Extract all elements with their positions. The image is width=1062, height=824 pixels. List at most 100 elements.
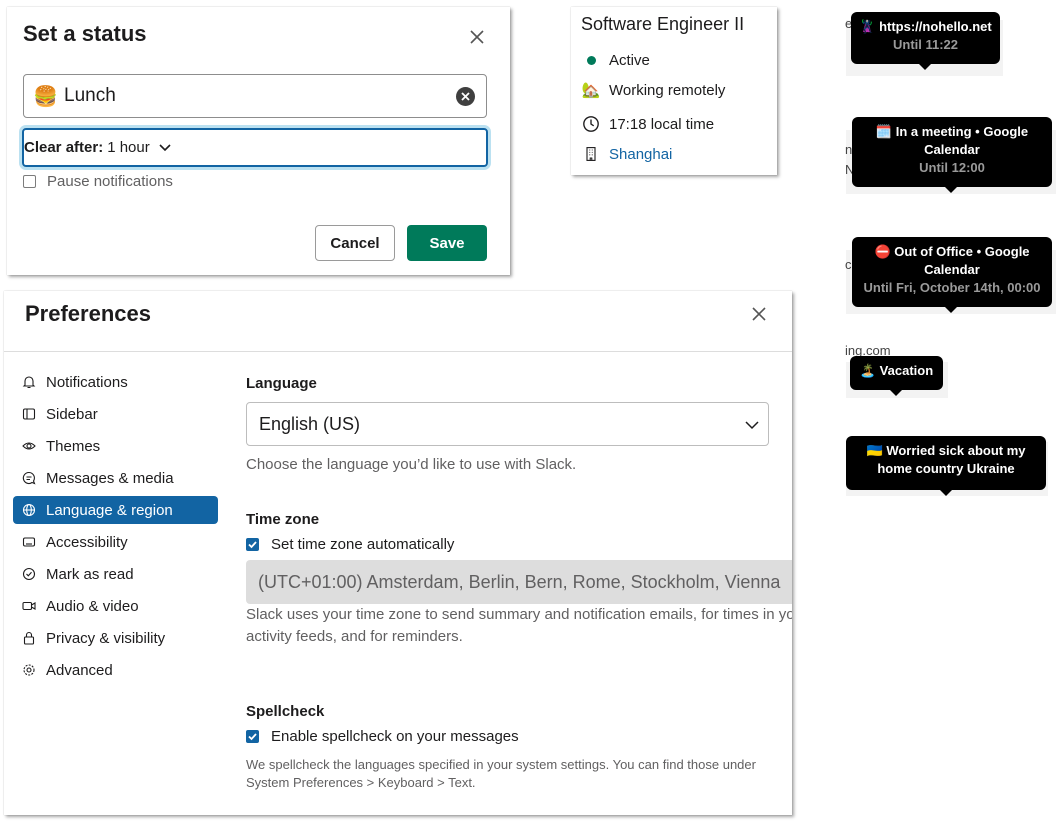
status-tooltip: ⛔ Out of Office • Google Calendar Until …: [852, 237, 1052, 313]
tooltip-sub: Until 12:00: [919, 160, 985, 175]
close-icon[interactable]: [467, 27, 487, 47]
timezone-help-line2: activity feeds, and for reminders.: [246, 628, 463, 645]
tooltip-arrow: [890, 390, 902, 396]
tooltip-emoji: 🏝️: [859, 363, 877, 378]
local-time-row: 17:18 local time: [581, 114, 714, 134]
save-button[interactable]: Save: [407, 225, 487, 261]
sidebar-icon: [22, 407, 36, 421]
tooltip-sub: Until 11:22: [892, 37, 959, 52]
cancel-button[interactable]: Cancel: [315, 225, 395, 261]
location-link[interactable]: Shanghai: [609, 146, 672, 163]
tooltip-emoji: 🇺🇦: [866, 443, 883, 458]
clear-status-icon[interactable]: [456, 87, 475, 106]
profile-job-title: Software Engineer II: [581, 14, 745, 34]
tooltip-text: Out of Office • Google: [894, 244, 1030, 259]
language-help: Choose the language you’d like to use wi…: [246, 456, 577, 473]
auto-timezone-checkbox[interactable]: [246, 538, 259, 551]
message-icon: [22, 471, 36, 485]
tooltip-text-line2: Calendar: [924, 142, 980, 157]
video-icon: [22, 599, 36, 613]
nav-item-accessibility[interactable]: Accessibility: [13, 528, 218, 556]
tooltip-text: https://nohello.net: [879, 19, 992, 34]
status-tooltip: 🗓️ In a meeting • Google Calendar Until …: [852, 117, 1052, 193]
gear-icon: [22, 663, 36, 677]
timezone-help-line1: Slack uses your time zone to send summar…: [246, 606, 792, 623]
spellcheck-help: We spellcheck the languages specified in…: [246, 756, 756, 792]
building-icon: [581, 144, 601, 164]
lock-icon: [22, 631, 36, 645]
clear-after-value: 1 hour: [107, 139, 150, 156]
pause-checkbox[interactable]: [23, 175, 36, 188]
tooltip-text: Worried sick about my: [886, 443, 1026, 458]
preferences-modal: Preferences Notifications Sidebar Themes…: [4, 291, 792, 815]
nav-label: Sidebar: [46, 405, 98, 423]
status-input[interactable]: 🍔 Lunch: [23, 74, 487, 118]
bell-icon: [22, 375, 36, 389]
clear-after-dropdown[interactable]: Clear after: 1 hour: [22, 128, 488, 167]
status-text: Lunch: [64, 85, 116, 106]
nav-item-mark-as-read[interactable]: Mark as read: [13, 560, 218, 588]
timezone-select: (UTC+01:00) Amsterdam, Berlin, Bern, Rom…: [246, 560, 792, 604]
ghost-fragment: c: [845, 257, 852, 272]
nav-label: Messages & media: [46, 469, 174, 487]
house-icon: 🏡: [581, 82, 601, 99]
tooltip-sub: Until Fri, October 14th, 00:00: [863, 280, 1041, 295]
timezone-value: (UTC+01:00) Amsterdam, Berlin, Bern, Rom…: [258, 571, 781, 592]
globe-icon: [22, 503, 36, 517]
nav-label: Themes: [46, 437, 101, 455]
nav-item-privacy-visibility[interactable]: Privacy & visibility: [13, 624, 218, 652]
nav-item-audio-video[interactable]: Audio & video: [13, 592, 218, 620]
tooltip-text-line2: Calendar: [924, 262, 980, 277]
language-value: English (US): [259, 413, 361, 434]
auto-timezone-label: Set time zone automatically: [271, 536, 455, 553]
status-tooltip: 🦹 https://nohello.net Until 11:22: [851, 12, 1000, 70]
nav-item-advanced[interactable]: Advanced: [13, 656, 218, 684]
preferences-title: Preferences: [25, 301, 151, 326]
tooltip-arrow: [945, 307, 957, 313]
check-circle-icon: [22, 567, 36, 581]
local-time: 17:18 local time: [609, 115, 715, 133]
nav-label: Language & region: [46, 501, 173, 519]
nav-item-messages-media[interactable]: Messages & media: [13, 464, 218, 492]
profile-card: Software Engineer II Active 🏡 Working re…: [571, 7, 777, 175]
tooltip-emoji: 🦹: [859, 19, 876, 34]
chevron-down-icon: [159, 143, 171, 151]
spellcheck-heading: Spellcheck: [246, 703, 325, 720]
pause-notifications-row[interactable]: Pause notifications: [23, 173, 173, 190]
nav-item-themes[interactable]: Themes: [13, 432, 218, 460]
active-dot-icon: [586, 55, 596, 65]
tooltip-arrow: [919, 64, 931, 70]
spellcheck-help-line1: We spellcheck the languages specified in…: [246, 757, 756, 772]
set-status-modal: Set a status 🍔 Lunch Clear after: 1 hour…: [7, 7, 510, 275]
nav-item-notifications[interactable]: Notifications: [13, 368, 218, 396]
nav-label: Notifications: [46, 373, 128, 391]
eye-icon: [22, 439, 36, 453]
status-tooltip: 🇺🇦 Worried sick about my home country Uk…: [846, 436, 1046, 496]
tooltip-emoji: ⛔: [874, 244, 891, 259]
nav-item-sidebar[interactable]: Sidebar: [13, 400, 218, 428]
language-heading: Language: [246, 375, 317, 392]
tooltip-text-line2: home country Ukraine: [877, 461, 1015, 476]
clear-after-label: Clear after:: [24, 139, 104, 156]
tooltip-text: Vacation: [879, 363, 934, 378]
tooltip-text: In a meeting • Google: [895, 124, 1029, 139]
pause-label: Pause notifications: [47, 173, 173, 190]
language-select[interactable]: English (US): [246, 402, 769, 446]
chevron-down-icon: [745, 421, 759, 430]
modal-title: Set a status: [23, 21, 147, 46]
tooltip-emoji: 🗓️: [875, 124, 893, 139]
status-tooltip: 🏝️ Vacation: [850, 356, 943, 396]
location-row: Shanghai: [581, 144, 672, 164]
tooltip-arrow: [945, 187, 957, 193]
clock-icon: [581, 114, 601, 134]
spellcheck-checkbox[interactable]: [246, 730, 259, 743]
spellcheck-row[interactable]: Enable spellcheck on your messages: [246, 728, 519, 745]
presence-row: Active: [581, 50, 650, 70]
presence-text: Active: [609, 51, 650, 69]
nav-item-language-region[interactable]: Language & region: [13, 496, 218, 524]
nav-label: Advanced: [46, 661, 113, 679]
status-emoji[interactable]: 🍔: [33, 84, 58, 109]
timezone-help: Slack uses your time zone to send summar…: [246, 604, 792, 648]
auto-timezone-row[interactable]: Set time zone automatically: [246, 536, 454, 553]
nav-label: Accessibility: [46, 533, 128, 551]
